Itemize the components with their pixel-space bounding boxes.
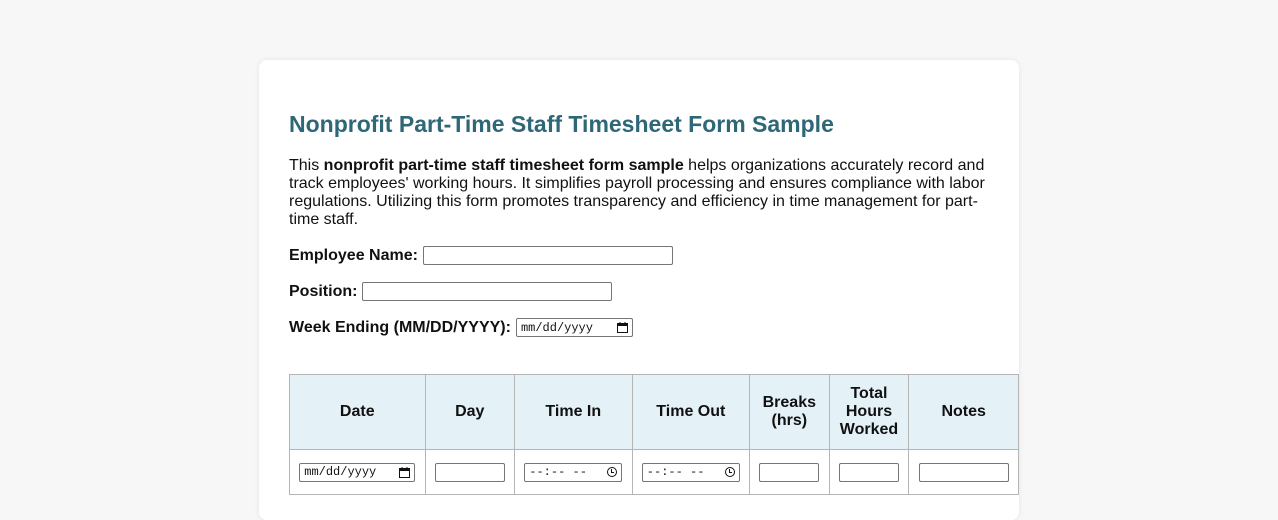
cell-time-out: --:-- -- [631, 449, 751, 495]
week-ending-placeholder: mm/dd/yyyy [520, 320, 593, 335]
table-header-row: Date Day Time In Time Out Breaks (hrs) T… [289, 374, 1019, 450]
intro-prefix: This [289, 157, 324, 174]
employee-name-row: Employee Name: [289, 246, 673, 265]
header-breaks-text: Breaks (hrs) [762, 394, 816, 429]
header-total-hours: Total Hours Worked [828, 374, 910, 450]
row-date-input[interactable]: mm/dd/yyyy [299, 462, 416, 482]
row-notes-input[interactable] [918, 462, 1009, 482]
row-time-out-placeholder: --:-- -- [646, 465, 705, 480]
header-time-out: Time Out [631, 374, 751, 450]
row-time-in-placeholder: --:-- -- [529, 465, 587, 480]
clock-icon[interactable] [724, 467, 735, 478]
week-ending-label: Week Ending (MM/DD/YYYY): [289, 318, 511, 336]
row-time-in-input[interactable]: --:-- -- [524, 462, 623, 482]
header-total-hours-text: Total Hours Worked [839, 385, 899, 438]
cell-breaks [749, 449, 830, 495]
row-day-input[interactable] [434, 462, 505, 482]
header-day: Day [424, 374, 516, 450]
cell-notes [908, 449, 1019, 495]
cell-day [424, 449, 516, 495]
cell-date: mm/dd/yyyy [289, 449, 426, 495]
week-ending-date-input[interactable]: mm/dd/yyyy [515, 318, 633, 337]
intro-bold: nonprofit part-time staff timesheet form… [323, 157, 684, 174]
cell-total-hours [828, 449, 910, 495]
row-total-hours-input[interactable] [838, 462, 899, 482]
position-input[interactable] [362, 282, 613, 301]
cell-time-in: --:-- -- [514, 449, 633, 495]
timesheet-table: Date Day Time In Time Out Breaks (hrs) T… [289, 374, 1019, 495]
row-time-out-input[interactable]: --:-- -- [641, 462, 740, 482]
row-date-placeholder: mm/dd/yyyy [304, 465, 377, 480]
form-card: Nonprofit Part-Time Staff Timesheet Form… [259, 60, 1019, 520]
header-notes: Notes [908, 374, 1019, 450]
header-time-in: Time In [514, 374, 633, 450]
position-label: Position: [289, 282, 358, 300]
calendar-icon[interactable] [399, 466, 411, 478]
week-ending-row: Week Ending (MM/DD/YYYY): mm/dd/yyyy [289, 318, 633, 337]
employee-name-input[interactable] [422, 246, 673, 265]
header-breaks: Breaks (hrs) [749, 374, 830, 450]
row-breaks-input[interactable] [759, 462, 820, 482]
clock-icon[interactable] [607, 467, 618, 478]
intro-paragraph: This nonprofit part-time staff timesheet… [289, 157, 989, 229]
table-row: mm/dd/yyyy --:-- -- --:-- -- [289, 449, 1019, 495]
header-date: Date [289, 374, 426, 450]
employee-name-label: Employee Name: [289, 246, 418, 264]
position-row: Position: [289, 282, 613, 301]
page-title: Nonprofit Part-Time Staff Timesheet Form… [289, 111, 834, 137]
calendar-icon[interactable] [616, 322, 628, 333]
